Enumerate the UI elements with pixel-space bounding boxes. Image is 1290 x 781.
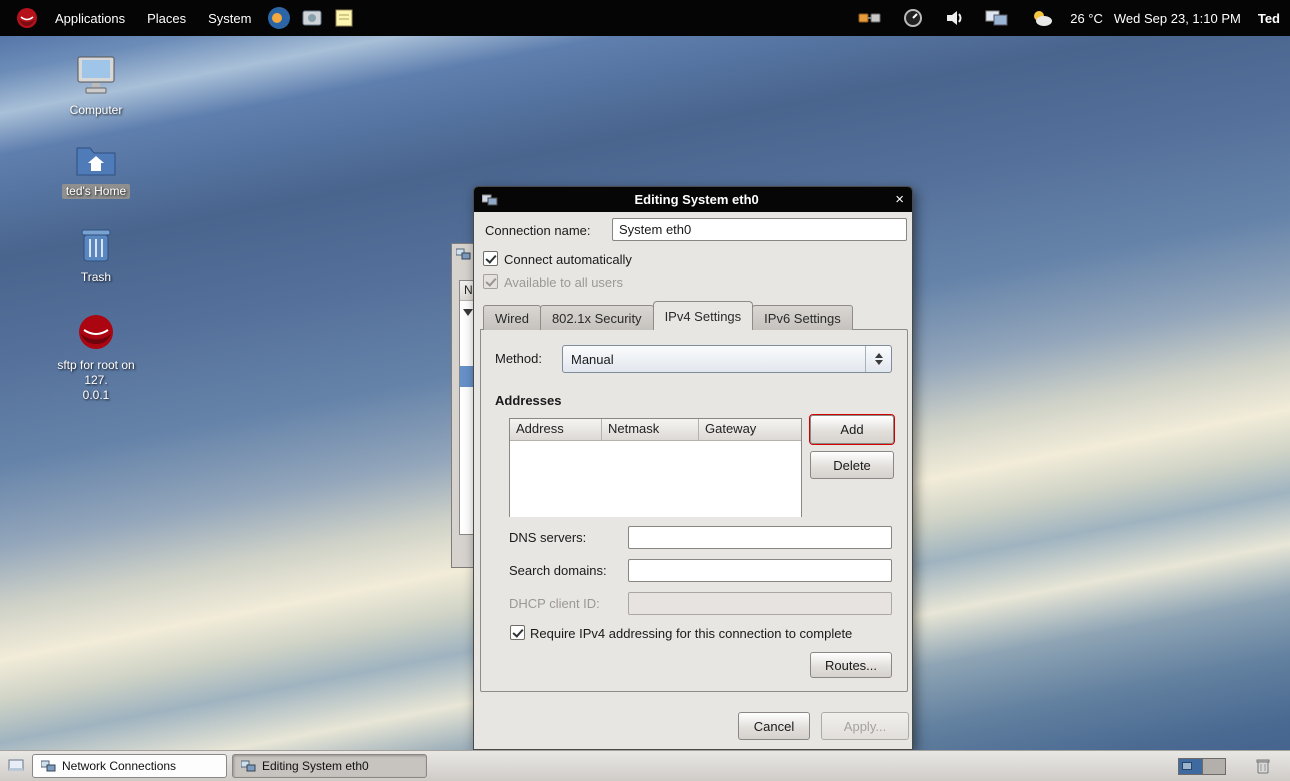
home-folder-icon xyxy=(74,167,118,181)
close-button[interactable]: × xyxy=(895,192,904,207)
bottom-taskbar: Network Connections Editing System eth0 xyxy=(0,750,1290,781)
network-status-icon[interactable] xyxy=(858,8,882,28)
redhat-icon xyxy=(76,341,116,355)
tab-ipv6-settings[interactable]: IPv6 Settings xyxy=(752,305,853,330)
computer-icon xyxy=(74,86,118,100)
desktop-screen: Applications Places System xyxy=(0,0,1290,781)
connect-automatically-label: Connect automatically xyxy=(504,252,632,268)
workspace-1[interactable] xyxy=(1179,759,1202,774)
desktop-icon-home[interactable]: ted's Home xyxy=(50,140,142,199)
window-icon xyxy=(456,248,471,266)
connection-name-label: Connection name: xyxy=(485,223,591,239)
task-label: Editing System eth0 xyxy=(262,759,369,773)
selected-row[interactable] xyxy=(460,366,474,387)
workspace-2[interactable] xyxy=(1202,759,1225,774)
menu-places[interactable]: Places xyxy=(136,0,197,36)
tab-ipv4-settings[interactable]: IPv4 Settings xyxy=(653,301,754,330)
weather-icon[interactable] xyxy=(1030,9,1054,27)
desktop-icon-label: Trash xyxy=(50,270,142,285)
network-connections-window-partial[interactable]: N xyxy=(451,243,473,568)
menu-system[interactable]: System xyxy=(197,0,262,36)
show-desktop-button[interactable] xyxy=(8,759,24,773)
tab-8021x-security[interactable]: 802.1x Security xyxy=(540,305,654,330)
task-network-connections[interactable]: Network Connections xyxy=(32,754,227,778)
available-to-all-users-label: Available to all users xyxy=(504,275,623,291)
connect-automatically-checkbox[interactable] xyxy=(483,251,498,266)
list-header-fragment[interactable]: N xyxy=(460,281,474,301)
tab-bar: Wired 802.1x Security IPv4 Settings IPv6… xyxy=(483,301,852,330)
clock-label[interactable]: Wed Sep 23, 1:10 PM xyxy=(1114,11,1241,26)
user-menu[interactable]: Ted xyxy=(1258,11,1280,26)
expander-icon[interactable] xyxy=(463,309,473,316)
trash-icon xyxy=(77,253,115,267)
window-icon xyxy=(241,760,256,772)
desktop-icon-label: sftp for root on 127. xyxy=(50,358,142,388)
editing-connection-dialog: Editing System eth0 × Connection name: C… xyxy=(473,186,913,750)
desktop-icon-label: ted's Home xyxy=(62,184,130,199)
redhat-menu-icon[interactable] xyxy=(15,6,39,30)
screenshot-tool-icon[interactable] xyxy=(301,7,323,29)
taskbar-trash-icon[interactable] xyxy=(1255,757,1271,775)
dialog-title: Editing System eth0 xyxy=(498,192,895,207)
desktop-icon-computer[interactable]: Computer xyxy=(50,55,142,118)
volume-icon[interactable] xyxy=(944,8,964,28)
tab-wired[interactable]: Wired xyxy=(483,305,541,330)
cancel-button[interactable]: Cancel xyxy=(738,712,810,740)
desktop-icon-trash[interactable]: Trash xyxy=(50,224,142,285)
network-connection-icon xyxy=(482,193,498,207)
task-editing-system-eth0[interactable]: Editing System eth0 xyxy=(232,754,427,778)
dialog-titlebar[interactable]: Editing System eth0 × xyxy=(474,187,912,212)
workspace-switcher xyxy=(1178,758,1226,775)
window-icon xyxy=(41,760,56,772)
desktop-icon-label: Computer xyxy=(50,103,142,118)
available-to-all-users-checkbox xyxy=(483,274,498,289)
task-label: Network Connections xyxy=(62,759,176,773)
temperature-label[interactable]: 26 °C xyxy=(1070,11,1103,26)
firefox-launcher-icon[interactable] xyxy=(267,6,291,30)
notebook-frame xyxy=(480,329,908,692)
menu-applications[interactable]: Applications xyxy=(44,0,136,36)
desktop-icon-sftp[interactable]: sftp for root on 127. 0.0.1 xyxy=(50,312,142,403)
gauge-icon[interactable] xyxy=(903,8,923,28)
desktop-icon-label-line2: 0.0.1 xyxy=(50,388,142,403)
notes-launcher-icon[interactable] xyxy=(333,7,355,29)
display-icon[interactable] xyxy=(985,8,1009,28)
top-panel: Applications Places System xyxy=(0,0,1290,36)
connection-list-partial[interactable]: N xyxy=(459,280,474,535)
apply-button: Apply... xyxy=(821,712,909,740)
connection-name-input[interactable] xyxy=(612,218,907,241)
